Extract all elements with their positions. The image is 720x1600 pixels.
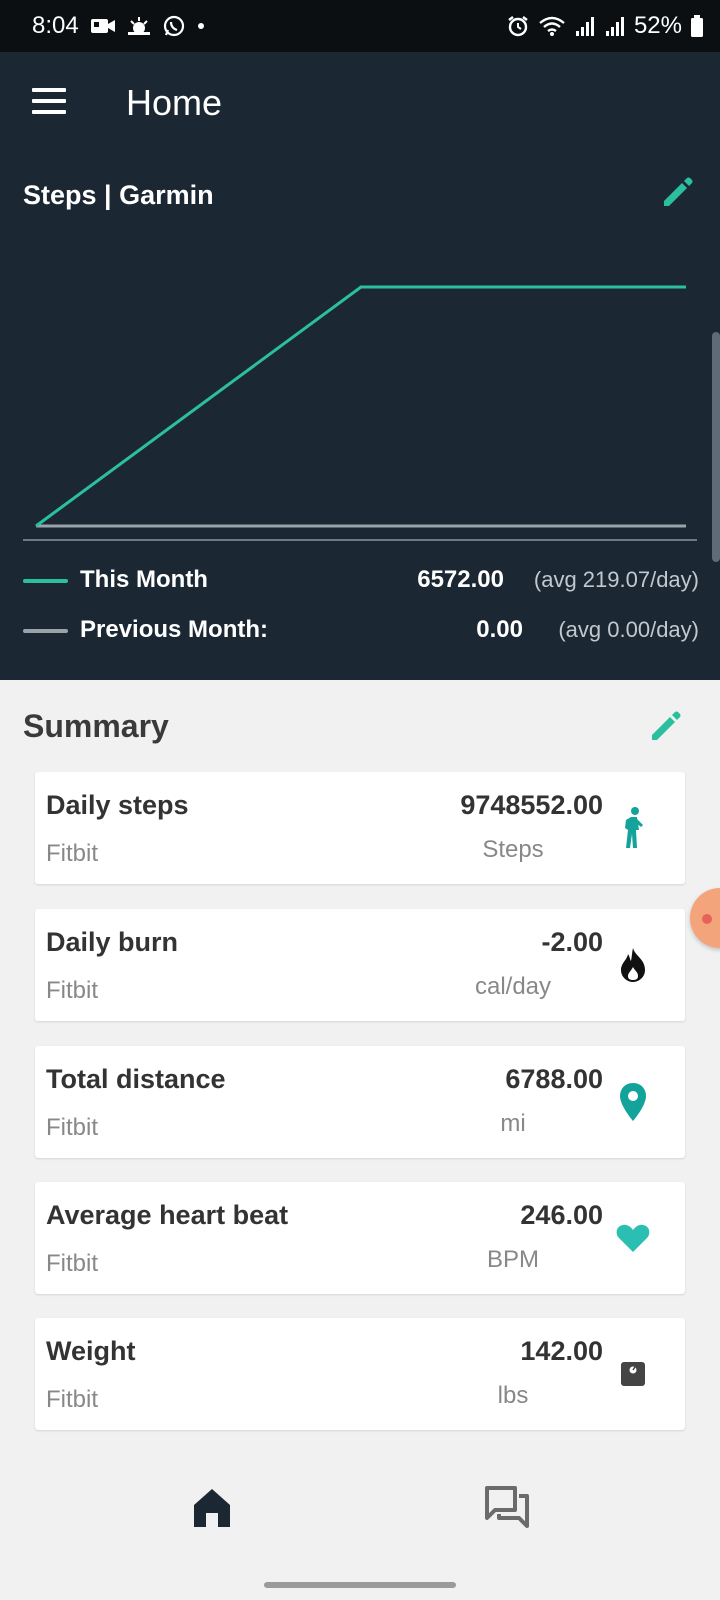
steps-chart-card: Steps | Garmin This Month 6572.00 (avg 2… bbox=[0, 152, 720, 680]
card-name: Total distance bbox=[46, 1064, 226, 1094]
legend-label: Previous Month: bbox=[80, 616, 269, 643]
battery-icon bbox=[690, 14, 704, 38]
previous-month-swatch bbox=[23, 629, 68, 633]
location-pin-icon bbox=[613, 1082, 653, 1122]
card-name: Daily steps bbox=[46, 790, 189, 820]
card-value: 142.00 bbox=[520, 1336, 603, 1366]
signal-icon bbox=[604, 15, 626, 37]
legend-label: This Month bbox=[80, 566, 208, 593]
scrollbar-thumb[interactable] bbox=[712, 332, 720, 562]
summary-card-daily-burn[interactable]: Daily burn Fitbit -2.00 cal/day bbox=[35, 909, 685, 1021]
app-bar: Home bbox=[0, 52, 720, 152]
card-value: -2.00 bbox=[541, 927, 603, 957]
edit-summary-icon[interactable] bbox=[646, 706, 686, 746]
card-name: Daily burn bbox=[46, 927, 179, 957]
legend-avg: (avg 0.00/day) bbox=[558, 617, 699, 642]
menu-icon[interactable] bbox=[32, 88, 66, 114]
status-time: 8:04 bbox=[32, 12, 79, 39]
dot-icon bbox=[196, 21, 206, 31]
wifi-icon bbox=[538, 15, 566, 37]
legend-previous-month: Previous Month: 0.00 (avg 0.00/day) bbox=[23, 612, 699, 648]
legend-avg: (avg 219.07/day) bbox=[533, 567, 699, 592]
steps-line-chart bbox=[23, 285, 697, 541]
card-unit: Steps bbox=[482, 836, 544, 863]
flame-icon bbox=[613, 945, 653, 985]
card-source: Fitbit bbox=[46, 1250, 99, 1277]
status-right-icons: 52% bbox=[506, 12, 704, 40]
whatsapp-icon bbox=[162, 14, 186, 38]
alarm-icon bbox=[506, 14, 530, 38]
summary-card-weight[interactable]: Weight Fitbit 142.00 lbs bbox=[35, 1318, 685, 1430]
card-value: 246.00 bbox=[520, 1200, 603, 1230]
series-line-this-month bbox=[35, 285, 686, 528]
card-source: Fitbit bbox=[46, 1114, 99, 1141]
home-icon[interactable] bbox=[190, 1485, 234, 1529]
card-source: Fitbit bbox=[46, 1386, 99, 1413]
status-left-icons bbox=[90, 12, 206, 40]
card-unit: BPM bbox=[486, 1246, 539, 1273]
card-value: 6788.00 bbox=[505, 1064, 603, 1094]
summary-title: Summary bbox=[23, 708, 169, 744]
forum-icon[interactable] bbox=[484, 1485, 530, 1529]
bottom-navigation bbox=[0, 1450, 720, 1600]
video-icon bbox=[90, 16, 116, 36]
status-bar: 8:04 52% bbox=[0, 0, 720, 52]
summary-card-average-heart-beat[interactable]: Average heart beat Fitbit 246.00 BPM bbox=[35, 1182, 685, 1294]
chart-title: Steps | Garmin bbox=[23, 180, 214, 210]
legend-value: 6572.00 bbox=[417, 566, 504, 593]
floating-bubble[interactable] bbox=[690, 888, 720, 948]
summary-card-total-distance[interactable]: Total distance Fitbit 6788.00 mi bbox=[35, 1046, 685, 1158]
battery-percent: 52% bbox=[633, 12, 682, 39]
page-title: Home bbox=[126, 82, 223, 123]
card-name: Average heart beat bbox=[46, 1200, 289, 1230]
summary-card-daily-steps[interactable]: Daily steps Fitbit 9748552.00 Steps bbox=[35, 772, 685, 884]
legend-this-month: This Month 6572.00 (avg 219.07/day) bbox=[23, 562, 699, 598]
card-source: Fitbit bbox=[46, 840, 99, 867]
card-unit: lbs bbox=[497, 1382, 529, 1409]
card-unit: cal/day bbox=[474, 973, 552, 1000]
this-month-swatch bbox=[23, 579, 68, 583]
legend-value: 0.00 bbox=[476, 616, 523, 643]
heart-icon bbox=[613, 1218, 653, 1258]
card-unit: mi bbox=[500, 1110, 526, 1137]
gesture-bar[interactable] bbox=[264, 1582, 456, 1588]
card-source: Fitbit bbox=[46, 977, 99, 1004]
card-name: Weight bbox=[46, 1336, 136, 1366]
signal-icon bbox=[574, 15, 596, 37]
edit-chart-icon[interactable] bbox=[658, 172, 698, 212]
card-value: 9748552.00 bbox=[460, 790, 603, 820]
walking-icon bbox=[613, 807, 653, 848]
scale-icon bbox=[613, 1354, 653, 1394]
weather-icon bbox=[126, 15, 152, 37]
